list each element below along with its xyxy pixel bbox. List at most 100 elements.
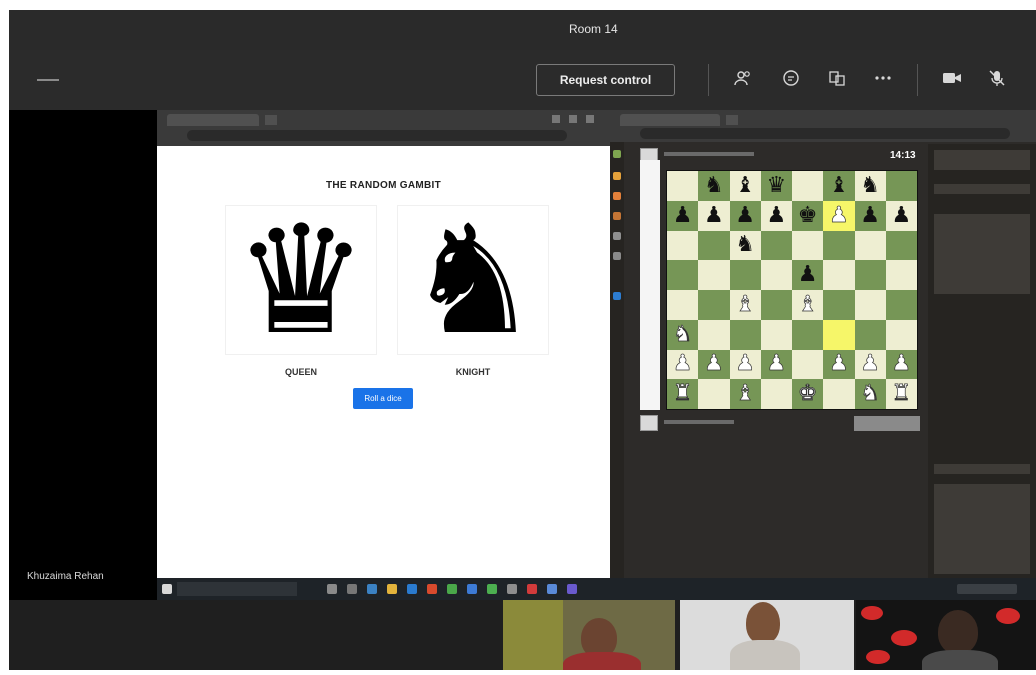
browser-tab[interactable] xyxy=(620,114,720,126)
window-close-icon[interactable] xyxy=(586,115,594,123)
participant-video[interactable] xyxy=(503,600,675,670)
white-rook-icon[interactable]: ♜ xyxy=(891,382,911,405)
board-square[interactable] xyxy=(698,260,730,290)
player-name[interactable] xyxy=(664,420,734,424)
board-square[interactable] xyxy=(885,319,917,350)
board-square[interactable] xyxy=(792,319,824,350)
board-square[interactable] xyxy=(823,379,855,409)
taskbar-app-icon[interactable] xyxy=(507,584,517,594)
board-square[interactable]: ♞ xyxy=(854,171,886,201)
board-square[interactable] xyxy=(760,319,792,350)
participant-video[interactable] xyxy=(680,600,854,670)
social-icon[interactable] xyxy=(613,292,621,300)
board-square[interactable]: ♟ xyxy=(792,260,824,290)
board-square[interactable]: ♟ xyxy=(823,200,855,231)
board-square[interactable]: ♟ xyxy=(760,349,792,380)
participants-icon[interactable] xyxy=(730,68,756,92)
participant-video[interactable] xyxy=(856,600,1036,670)
board-square[interactable] xyxy=(729,319,761,350)
board-square[interactable] xyxy=(667,230,699,261)
board-square[interactable]: ♝ xyxy=(729,379,761,409)
board-square[interactable]: ♜ xyxy=(885,379,917,409)
black-pawn-icon[interactable]: ♟ xyxy=(767,204,787,227)
board-square[interactable] xyxy=(854,230,886,261)
white-bishop-icon[interactable]: ♝ xyxy=(797,293,817,316)
board-square[interactable] xyxy=(792,171,824,201)
white-knight-icon[interactable]: ♞ xyxy=(672,323,692,346)
black-knight-icon[interactable]: ♞ xyxy=(704,174,724,197)
teams-icon[interactable] xyxy=(567,584,577,594)
chrome-icon[interactable] xyxy=(487,584,497,594)
address-bar[interactable] xyxy=(640,128,1010,139)
board-square[interactable] xyxy=(885,171,917,201)
white-pawn-icon[interactable]: ♟ xyxy=(735,353,755,376)
chat-icon[interactable] xyxy=(778,68,804,92)
play-icon[interactable] xyxy=(613,172,621,180)
board-square[interactable] xyxy=(698,290,730,320)
white-pawn-icon[interactable]: ♟ xyxy=(672,353,692,376)
request-control-button[interactable]: Request control xyxy=(536,64,675,96)
panel-controls[interactable] xyxy=(934,184,1030,194)
board-square[interactable]: ♟ xyxy=(667,349,699,380)
taskbar-app-icon[interactable] xyxy=(467,584,477,594)
file-explorer-icon[interactable] xyxy=(387,584,397,594)
board-square[interactable]: ♜ xyxy=(667,379,699,409)
white-pawn-icon[interactable]: ♟ xyxy=(891,353,911,376)
board-square[interactable] xyxy=(885,230,917,261)
board-square[interactable] xyxy=(854,319,886,350)
board-square[interactable] xyxy=(760,379,792,409)
move-nav-controls[interactable] xyxy=(934,464,1030,474)
black-knight-icon[interactable]: ♞ xyxy=(860,174,880,197)
board-square[interactable] xyxy=(885,290,917,320)
white-pawn-icon[interactable]: ♟ xyxy=(829,204,849,227)
start-icon[interactable] xyxy=(162,584,172,594)
board-square[interactable] xyxy=(698,319,730,350)
window-maximize-icon[interactable] xyxy=(569,115,577,123)
board-square[interactable] xyxy=(823,319,855,350)
panel-tabs[interactable] xyxy=(934,150,1030,170)
white-bishop-icon[interactable]: ♝ xyxy=(735,382,755,405)
board-square[interactable]: ♚ xyxy=(792,200,824,231)
white-pawn-icon[interactable]: ♟ xyxy=(860,353,880,376)
system-tray[interactable] xyxy=(957,584,1017,594)
board-square[interactable] xyxy=(823,260,855,290)
chess-board[interactable]: ♞ ♝ ♛ ♝ ♞ ♟ ♟ ♟ ♟ ♚ ♟ ♟ ♟ ♞ ♟ ♝ ♝ ♞ ♟ ♟ ♟ ♟ ♟ ♟ ♟ ♜ ♝ ♚ ♞ ♜ xyxy=(666,170,918,410)
board-square[interactable] xyxy=(729,260,761,290)
white-bishop-icon[interactable]: ♝ xyxy=(735,293,755,316)
black-pawn-icon[interactable]: ♟ xyxy=(673,204,693,227)
watch-icon[interactable] xyxy=(613,232,621,240)
board-square[interactable]: ♟ xyxy=(885,349,917,380)
board-square[interactable] xyxy=(760,260,792,290)
mic-off-icon[interactable] xyxy=(984,68,1010,92)
black-knight-icon[interactable]: ♞ xyxy=(735,234,755,256)
board-square[interactable] xyxy=(823,290,855,320)
taskbar-app-icon[interactable] xyxy=(447,584,457,594)
rooms-icon[interactable] xyxy=(824,68,850,92)
board-square[interactable] xyxy=(760,290,792,320)
board-square[interactable]: ♟ xyxy=(729,200,761,231)
board-square[interactable] xyxy=(792,349,824,380)
move-list[interactable] xyxy=(934,214,1030,294)
white-pawn-icon[interactable]: ♟ xyxy=(766,353,786,376)
player-avatar[interactable] xyxy=(640,415,658,431)
white-knight-icon[interactable]: ♞ xyxy=(860,382,880,405)
board-square[interactable]: ♟ xyxy=(667,200,699,231)
window-minimize-icon[interactable] xyxy=(37,79,59,81)
board-square[interactable] xyxy=(854,260,886,290)
black-bishop-icon[interactable]: ♝ xyxy=(735,174,755,197)
roll-dice-button[interactable]: Roll a dice xyxy=(353,388,413,409)
board-square[interactable] xyxy=(792,230,824,261)
board-square[interactable]: ♝ xyxy=(823,171,855,201)
puzzles-icon[interactable] xyxy=(613,192,621,200)
board-square[interactable]: ♞ xyxy=(729,230,761,261)
board-square[interactable] xyxy=(667,260,699,290)
board-square[interactable] xyxy=(667,290,699,320)
black-pawn-icon[interactable]: ♟ xyxy=(860,204,880,227)
black-bishop-icon[interactable]: ♝ xyxy=(829,174,849,197)
white-pawn-icon[interactable]: ♟ xyxy=(704,353,724,376)
board-square[interactable]: ♞ xyxy=(698,171,730,201)
board-square[interactable] xyxy=(885,260,917,290)
board-square[interactable]: ♝ xyxy=(792,290,824,320)
board-square[interactable]: ♝ xyxy=(729,290,761,320)
board-square[interactable]: ♟ xyxy=(729,349,761,380)
